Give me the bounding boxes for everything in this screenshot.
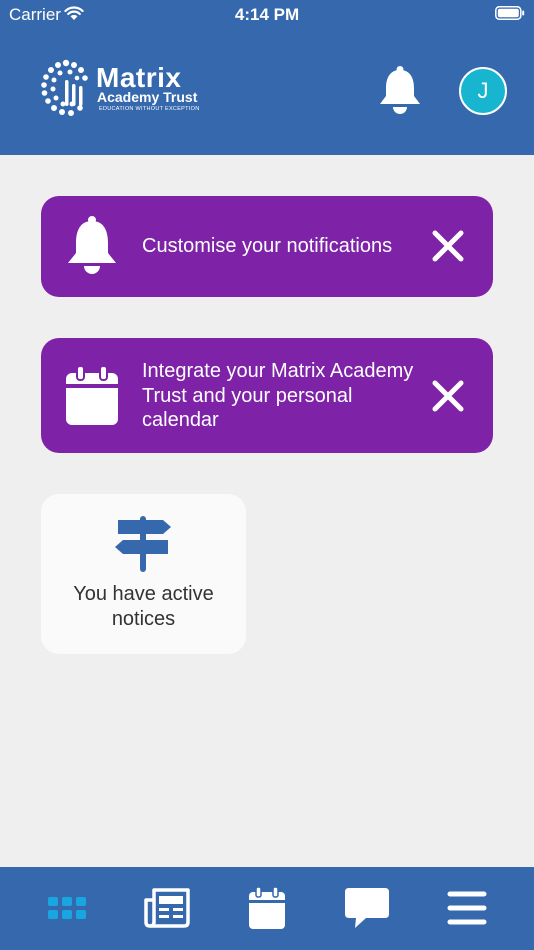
newspaper-icon[interactable] xyxy=(142,886,192,930)
logo-tagline: EDUCATION WITHOUT EXCEPTION xyxy=(99,106,200,112)
card-text: Customise your notifications xyxy=(142,235,393,257)
logo-title: Matrix xyxy=(96,62,182,93)
grid-icon[interactable] xyxy=(42,886,92,930)
customise-notifications-card[interactable]: Customise your notifications xyxy=(41,196,493,297)
bell-icon xyxy=(68,216,116,274)
logo-subtitle: Academy Trust xyxy=(97,89,198,105)
tab-bar xyxy=(0,867,534,950)
calendar-integration-card[interactable]: Integrate your Matrix Academy Trust and … xyxy=(41,338,493,453)
app-header: Carrier 4:14 PM Matrix Academy Trust EDU… xyxy=(0,0,534,155)
notifications-bell-icon[interactable] xyxy=(377,66,423,114)
active-notices-tile[interactable]: You have active notices xyxy=(41,494,246,654)
status-bar: Carrier 4:14 PM xyxy=(0,0,534,28)
close-icon[interactable] xyxy=(431,379,465,413)
menu-icon[interactable] xyxy=(442,886,492,930)
card-text: Integrate your Matrix Academy Trust and … xyxy=(142,360,414,431)
calendar-icon xyxy=(66,366,118,425)
chat-icon[interactable] xyxy=(342,886,392,930)
status-time: 4:14 PM xyxy=(234,5,300,24)
notice-text: You have active notices xyxy=(73,583,214,630)
avatar[interactable]: J xyxy=(459,67,507,115)
calendar-icon[interactable] xyxy=(242,886,292,930)
battery-icon xyxy=(495,6,525,20)
matrix-logo: Matrix Academy Trust EDUCATION WITHOUT E… xyxy=(40,58,210,118)
logo-mark-icon xyxy=(41,59,88,116)
signpost-icon xyxy=(115,516,171,572)
close-icon[interactable] xyxy=(431,229,465,263)
